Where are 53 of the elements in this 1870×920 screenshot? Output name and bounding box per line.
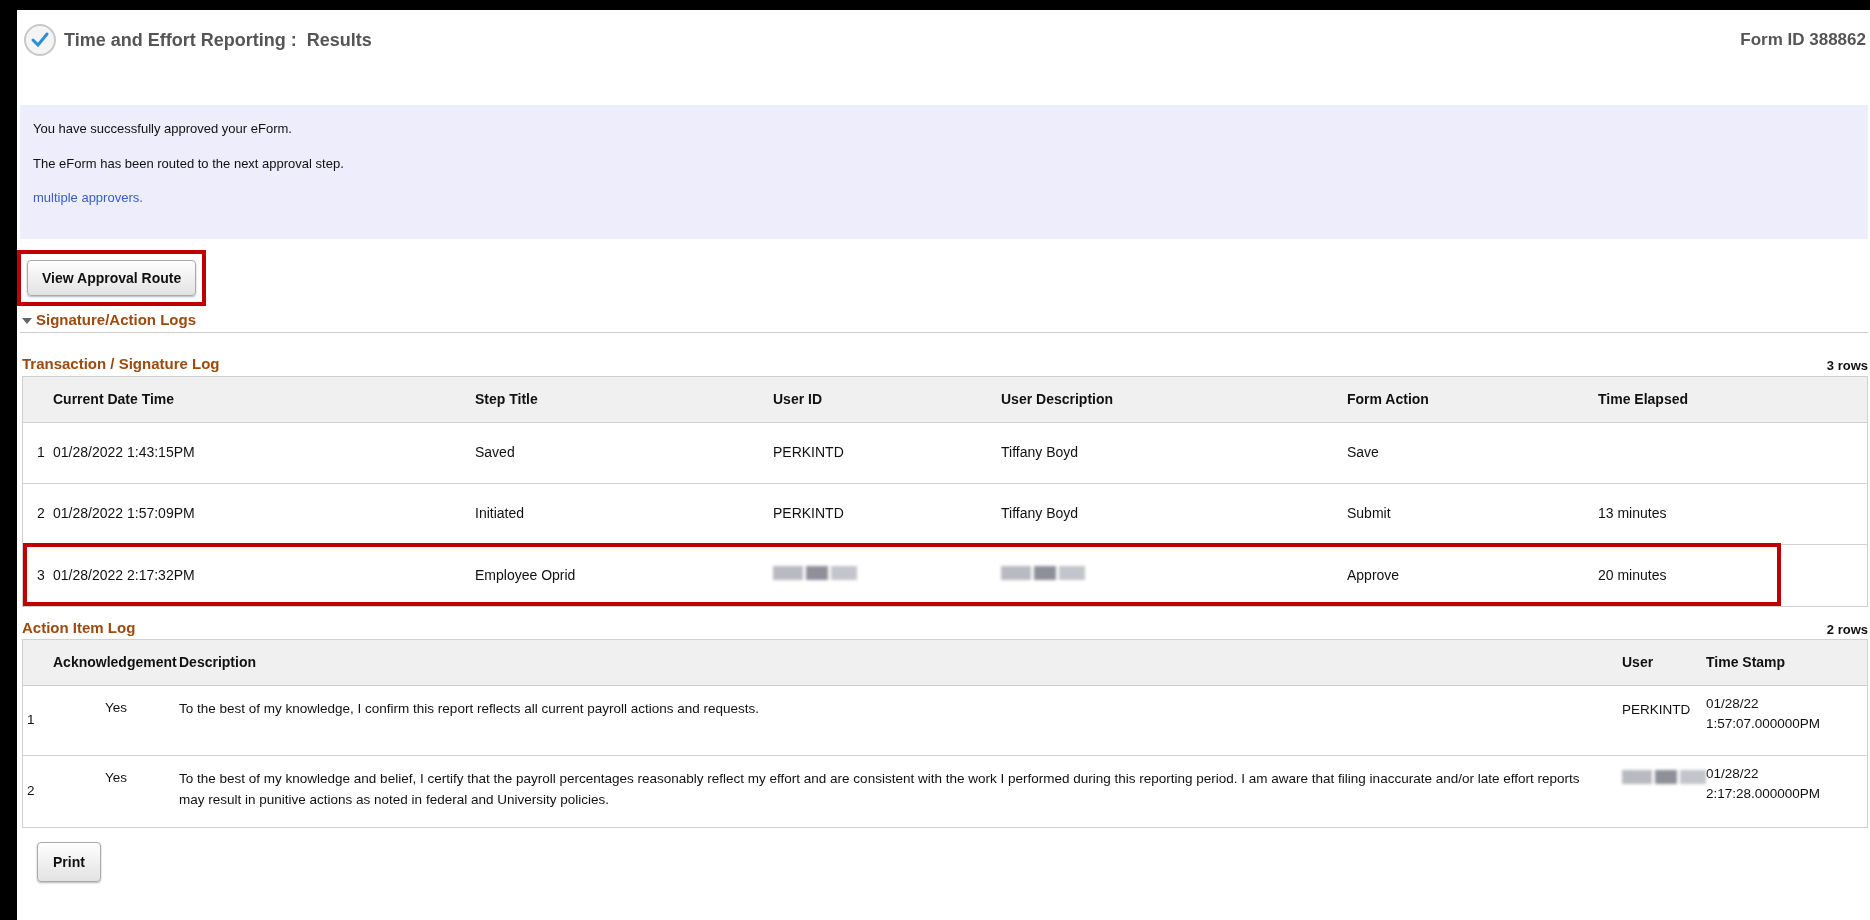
table-cell-text: Submit <box>1347 504 1392 523</box>
table-cell-text: 1 <box>36 443 46 462</box>
column-header: Time Elapsed <box>1598 389 1689 409</box>
table-cell-text: 01/28/22 <box>1706 695 1760 713</box>
table-cell-text: Saved <box>475 443 516 462</box>
table-cell-text: 2:17:28.000000PM <box>1706 785 1822 803</box>
approvers-link[interactable]: multiple approvers. <box>33 188 143 208</box>
table-cell-text: 01/28/2022 1:57:09PM <box>53 504 196 523</box>
table-cell-text: 01/28/22 <box>1706 765 1760 783</box>
column-header: Acknowledgement <box>53 653 178 672</box>
table-cell-text: Approve <box>1347 565 1401 585</box>
table-title: Transaction / Signature Log <box>22 354 220 374</box>
column-header: User Description <box>1001 389 1115 409</box>
column-header: Current Date Time <box>53 389 176 409</box>
table-cell-text: 13 minutes <box>1598 504 1668 523</box>
table-title: Action Item Log <box>22 617 136 638</box>
column-header: User <box>1622 653 1655 672</box>
table-cell-text: 1 <box>26 711 36 730</box>
table-cell-text: PERKINTD <box>1622 701 1692 719</box>
column-header: Form Action <box>1347 389 1430 409</box>
checkmark-icon <box>24 24 56 56</box>
page-title: Time and Effort Reporting : Results <box>64 28 372 52</box>
table-cell-text: 20 minutes <box>1598 565 1668 585</box>
table-cell-text: Employee Oprid <box>475 565 577 585</box>
section-title[interactable]: Signature/Action Logs <box>36 309 196 332</box>
print-button[interactable]: Print <box>37 842 101 882</box>
table-cell-text: 01/28/2022 2:17:32PM <box>53 565 196 585</box>
table-cell-text: 2 <box>36 504 46 523</box>
column-header: Time Stamp <box>1706 653 1787 672</box>
collapse-caret-icon[interactable] <box>22 316 32 325</box>
table-cell-text: 01/28/2022 1:43:15PM <box>53 443 196 462</box>
view-approval-route-button[interactable]: View Approval Route <box>27 260 197 296</box>
column-header: User ID <box>773 389 824 409</box>
table-cell-text: Yes <box>104 699 128 717</box>
table-cell-text: 1:57:07.000000PM <box>1706 715 1822 733</box>
row-count: 3 rows <box>1826 357 1868 375</box>
table-cell-text: PERKINTD <box>773 443 845 462</box>
row-count: 2 rows <box>1826 620 1868 639</box>
table-cell-text: Initiated <box>475 504 526 523</box>
table-cell-text: Tiffany Boyd <box>1001 504 1080 523</box>
form-id: Form ID 388862 <box>1740 29 1867 52</box>
column-header: Step Title <box>475 389 539 409</box>
table-cell-text: Save <box>1347 443 1380 462</box>
table-cell-text: To the best of my knowledge and belief, I certify that the payroll percentages reasonably reflect my effort and are consistent with the work I performed during this reporting period. I am aware that filing inaccurate and/or late effort reports may result in punitive actions as noted in federal and University policies. <box>179 770 1581 809</box>
message-text: You have successfully approved your eForm. <box>33 120 293 138</box>
table-cell-text: To the best of my knowledge, I confirm this report reflects all current payroll actions and requests. <box>179 700 761 718</box>
table-cell-text: 2 <box>26 782 36 801</box>
message-text: The eForm has been routed to the next approval step. <box>33 154 345 173</box>
table-cell-text: Yes <box>104 769 128 787</box>
table-cell-text: PERKINTD <box>773 504 845 523</box>
table-cell-text: Tiffany Boyd <box>1001 443 1080 462</box>
table-cell-text: 3 <box>36 565 46 585</box>
column-header: Description <box>179 653 257 672</box>
